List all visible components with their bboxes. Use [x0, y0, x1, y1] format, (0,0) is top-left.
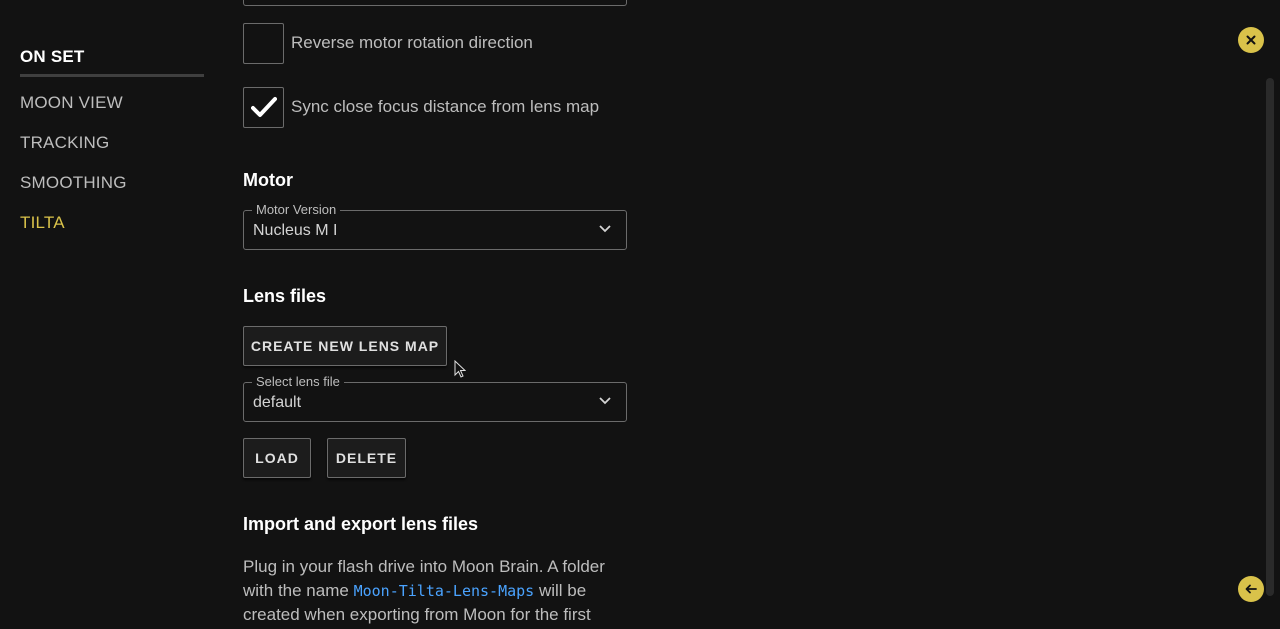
sidebar-item-smoothing[interactable]: SMOOTHING [20, 166, 204, 206]
check-icon [250, 97, 277, 117]
active-tab-underline [20, 74, 204, 77]
arrow-left-icon [1245, 584, 1257, 594]
lens-file-value: default [253, 394, 302, 411]
previous-field-edge [243, 0, 627, 6]
import-export-section-title: Import and export lens files [243, 514, 479, 534]
sync-focus-row: Sync close focus distance from lens map [243, 86, 600, 128]
settings-page: ON SET MOON VIEW TRACKING SMOOTHING TILT… [0, 0, 1280, 629]
lens-file-select[interactable]: Select lens file default [243, 374, 627, 422]
folder-name-code: Moon-Tilta-Lens-Maps [353, 582, 535, 600]
sidebar-item-moon-view[interactable]: MOON VIEW [20, 86, 204, 126]
scrollbar[interactable] [1266, 78, 1274, 596]
motor-section-title: Motor [243, 170, 293, 190]
sidebar-nav: ON SET MOON VIEW TRACKING SMOOTHING TILT… [20, 40, 204, 246]
close-button[interactable] [1238, 27, 1264, 53]
chevron-down-icon [599, 397, 611, 405]
back-button[interactable] [1238, 576, 1264, 602]
motor-version-value: Nucleus M I [253, 222, 338, 239]
reverse-rotation-checkbox[interactable] [243, 22, 284, 64]
delete-button[interactable]: DELETE [327, 438, 406, 478]
reverse-rotation-label: Reverse motor rotation direction [291, 33, 533, 52]
mouse-cursor-icon [454, 360, 466, 378]
create-lens-map-button[interactable]: CREATE NEW LENS MAP [243, 326, 447, 366]
load-button[interactable]: LOAD [243, 438, 311, 478]
motor-version-select[interactable]: Motor Version Nucleus M I [243, 202, 627, 250]
chevron-down-icon [599, 225, 611, 233]
close-icon [1246, 35, 1256, 45]
sync-focus-label: Sync close focus distance from lens map [291, 97, 600, 116]
import-export-description: Plug in your flash drive into Moon Brain… [243, 555, 633, 627]
lens-file-label: Select lens file [252, 374, 344, 389]
sidebar-item-tracking[interactable]: TRACKING [20, 126, 204, 166]
reverse-rotation-row: Reverse motor rotation direction [243, 22, 533, 64]
sync-focus-checkbox[interactable] [243, 86, 284, 128]
motor-version-label: Motor Version [252, 202, 341, 217]
sidebar-item-tilta[interactable]: TILTA [20, 206, 204, 246]
lens-files-section-title: Lens files [243, 286, 327, 306]
